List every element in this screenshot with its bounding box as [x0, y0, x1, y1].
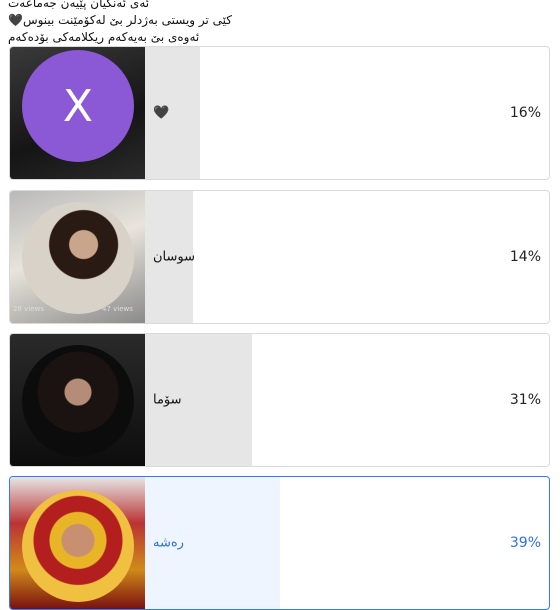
question-line-3: ئەوەی بێ بەیەکەم ریکلامەکی بۆدەکەم	[8, 30, 200, 44]
poll-question: ئەی ئەنگیان پێیەن جەماعەت کێی تر ویستی ب…	[8, 0, 552, 46]
question-line-2: کێی تر ویستی بەژدلر بێ لەکۆمێنت بینوس🖤	[8, 13, 233, 27]
views-count: 28 views	[13, 305, 44, 313]
option-percent: 16%	[509, 105, 541, 121]
poll-option-3[interactable]: سۆما 31%	[9, 333, 550, 467]
option-percent: 39%	[509, 535, 541, 551]
poll-option-1[interactable]: X 🖤 16%	[9, 46, 550, 180]
avatar	[22, 490, 134, 602]
option-percent: 31%	[509, 392, 541, 408]
option-percent: 14%	[509, 249, 541, 265]
poll-option-2[interactable]: 28 views 47 views سوسان 14%	[9, 190, 550, 324]
option-label: سوسان	[153, 249, 196, 265]
question-line-1: ئەی ئەنگیان پێیەن جەماعەت	[8, 0, 150, 10]
avatar	[22, 345, 134, 457]
views-count: 47 views	[102, 305, 133, 313]
avatar	[22, 202, 134, 314]
avatar-letter: X	[62, 80, 94, 132]
option-label: سۆما	[153, 392, 182, 408]
avatar: X	[22, 50, 134, 162]
option-label: رەشە	[153, 535, 184, 551]
option-label: 🖤	[153, 105, 170, 121]
poll-option-4[interactable]: رەشە 39%	[9, 476, 550, 610]
